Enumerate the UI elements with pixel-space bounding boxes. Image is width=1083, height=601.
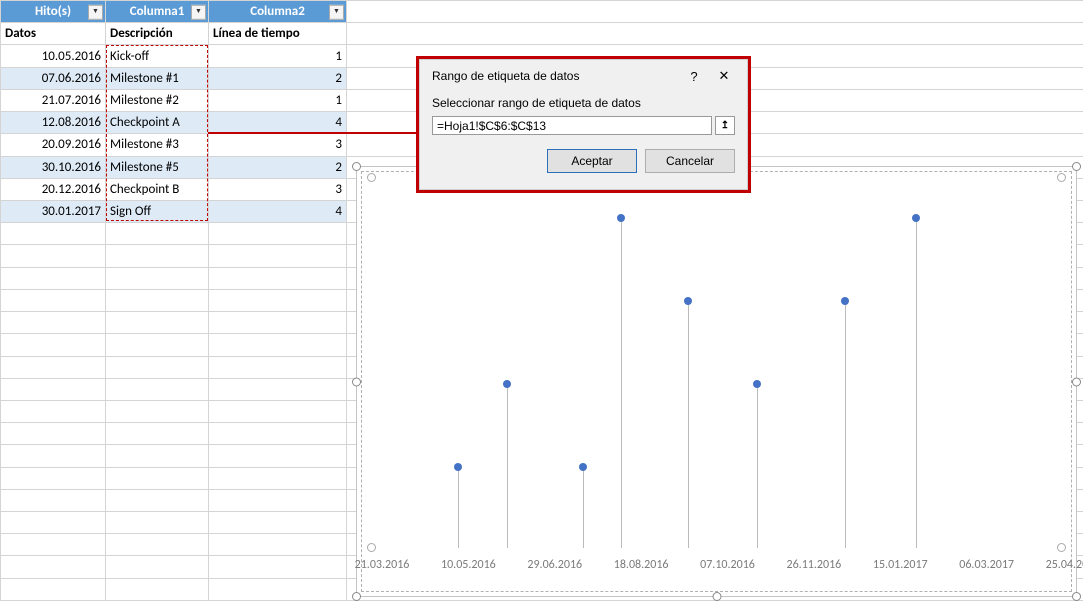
resize-handle[interactable] bbox=[1072, 377, 1081, 386]
resize-handle[interactable] bbox=[712, 592, 721, 601]
accept-button[interactable]: Aceptar bbox=[547, 149, 637, 173]
plot-area-handle[interactable] bbox=[1057, 173, 1066, 182]
data-label-range-dialog: Rango de etiqueta de datos ? ✕ Seleccion… bbox=[416, 56, 751, 193]
chart-data-point[interactable] bbox=[503, 380, 511, 388]
plot-area-handle[interactable] bbox=[1057, 543, 1066, 552]
x-axis-tick-label: 26.11.2016 bbox=[787, 558, 842, 572]
subheader-datos: Datos bbox=[1, 23, 106, 45]
chart-stem bbox=[845, 299, 846, 548]
chart-stem bbox=[621, 216, 622, 548]
plot-area-handle[interactable] bbox=[367, 173, 376, 182]
chart-data-point[interactable] bbox=[579, 463, 587, 471]
embedded-chart[interactable]: 21.03.2016 10.05.2016 29.06.2016 18.08.2016… bbox=[356, 166, 1077, 597]
resize-handle[interactable] bbox=[1072, 162, 1081, 171]
collapse-dialog-icon[interactable]: ↥ bbox=[715, 116, 735, 135]
dialog-title: Rango de etiqueta de datos bbox=[432, 69, 679, 83]
filter-dropdown-icon[interactable]: ▼ bbox=[191, 4, 206, 19]
chart-stem bbox=[916, 216, 917, 548]
resize-handle[interactable] bbox=[352, 162, 361, 171]
table-header-hitos: Hito(s) ▼ bbox=[1, 1, 106, 23]
filter-dropdown-icon[interactable]: ▼ bbox=[88, 4, 103, 19]
empty-cell[interactable] bbox=[347, 1, 1083, 23]
chart-stem bbox=[507, 382, 508, 548]
chart-data-point[interactable] bbox=[617, 214, 625, 222]
header-label: Columna2 bbox=[250, 4, 305, 19]
chart-stem bbox=[458, 465, 459, 548]
header-label: Columna1 bbox=[130, 4, 185, 19]
chart-stem bbox=[583, 465, 584, 548]
filter-dropdown-icon[interactable]: ▼ bbox=[329, 4, 344, 19]
chart-data-point[interactable] bbox=[454, 463, 462, 471]
chart-stem bbox=[757, 382, 758, 548]
table-header-columna1: Columna1 ▼ bbox=[106, 1, 209, 23]
chart-data-point[interactable] bbox=[841, 297, 849, 305]
chart-data-point[interactable] bbox=[684, 297, 692, 305]
resize-handle[interactable] bbox=[352, 592, 361, 601]
callout-connector-line bbox=[208, 132, 418, 134]
empty-cell[interactable] bbox=[347, 23, 1083, 45]
subheader-linea: Línea de tiempo bbox=[209, 23, 347, 45]
x-axis-tick-label: 15.01.2017 bbox=[873, 558, 928, 572]
table-header-columna2: Columna2 ▼ bbox=[209, 1, 347, 23]
chart-plot-area[interactable] bbox=[372, 177, 1061, 548]
plot-area-handle[interactable] bbox=[367, 543, 376, 552]
x-axis-tick-label: 18.08.2016 bbox=[614, 558, 669, 572]
x-axis-tick-label: 10.05.2016 bbox=[441, 558, 496, 572]
resize-handle[interactable] bbox=[1072, 592, 1081, 601]
x-axis-tick-label: 06.03.2017 bbox=[959, 558, 1014, 572]
cancel-button[interactable]: Cancelar bbox=[645, 149, 735, 173]
chart-data-point[interactable] bbox=[912, 214, 920, 222]
x-axis-tick-label: 21.03.2016 bbox=[355, 558, 410, 572]
help-icon[interactable]: ? bbox=[679, 69, 709, 84]
x-axis-tick-label: 25.04.2017 bbox=[1046, 558, 1083, 572]
subheader-descripcion: Descripción bbox=[106, 23, 209, 45]
x-axis-tick-label: 29.06.2016 bbox=[527, 558, 582, 572]
chart-data-point[interactable] bbox=[753, 380, 761, 388]
range-input[interactable] bbox=[432, 116, 712, 135]
resize-handle[interactable] bbox=[352, 377, 361, 386]
x-axis-tick-label: 07.10.2016 bbox=[700, 558, 755, 572]
chart-x-axis: 21.03.201610.05.201629.06.201618.08.2016… bbox=[367, 558, 1066, 588]
dialog-field-label: Seleccionar rango de etiqueta de datos bbox=[432, 96, 735, 110]
header-label: Hito(s) bbox=[35, 4, 71, 19]
chart-stem bbox=[688, 299, 689, 548]
close-icon[interactable]: ✕ bbox=[709, 68, 739, 84]
